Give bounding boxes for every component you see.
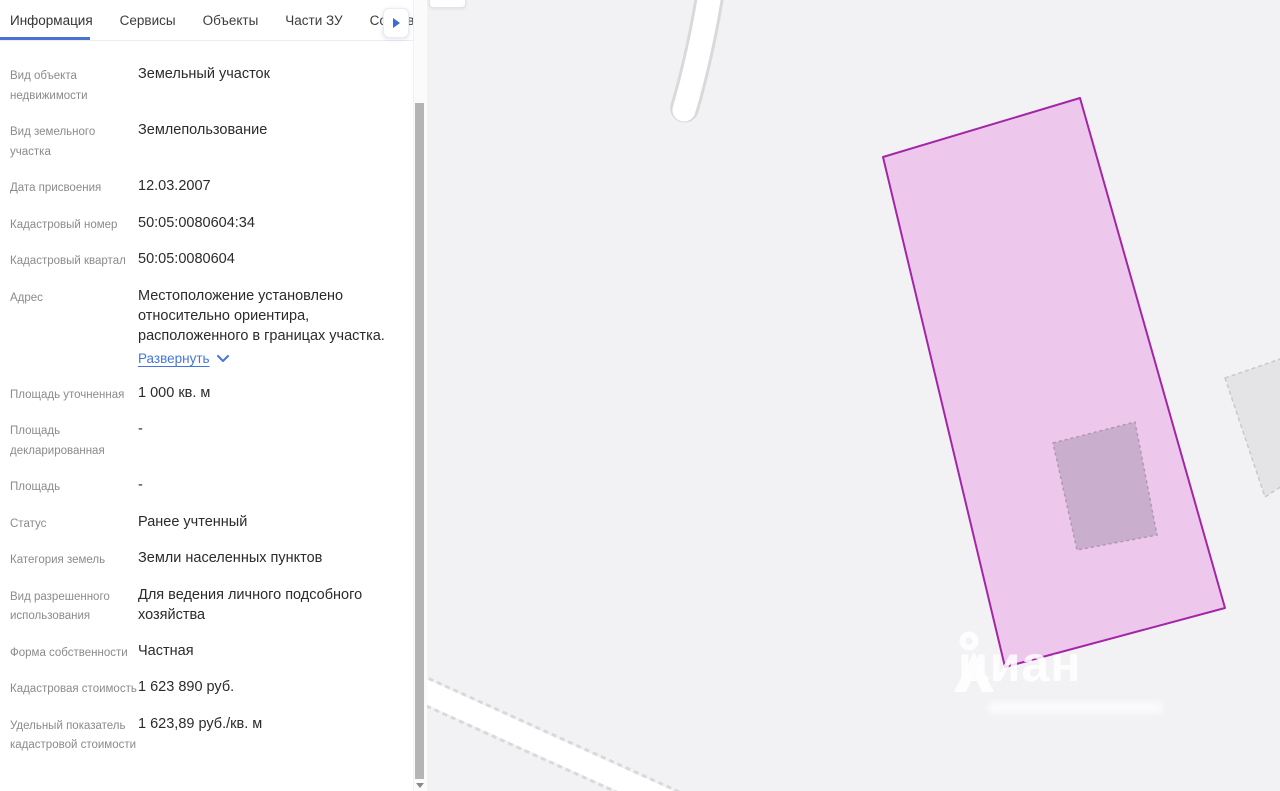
expand-address-link[interactable]: Развернуть (138, 349, 210, 369)
tabs-scroll-right-button[interactable] (383, 8, 409, 38)
panel-scrollbar[interactable] (413, 0, 427, 791)
field-land-category: Категория земель Земли населенных пункто… (10, 548, 399, 571)
field-ownership-form: Форма собственности Частная (10, 641, 399, 664)
tab-information[interactable]: Информация (10, 13, 93, 28)
field-value: 12.03.2007 (138, 176, 399, 199)
field-value: Земли населенных пунктов (138, 548, 399, 571)
field-parcel-kind: Вид земельного участка Землепользование (10, 120, 399, 162)
field-area-refined: Площадь уточненная 1 000 кв. м (10, 383, 399, 406)
field-label: Площадь уточненная (10, 383, 138, 406)
tab-objects[interactable]: Объекты (203, 13, 259, 28)
field-value: Для ведения личного подсобного хозяйства (138, 585, 399, 627)
arrow-right-icon (393, 18, 400, 28)
field-value: Частная (138, 641, 399, 664)
field-permitted-use: Вид разрешенного использования Для веден… (10, 585, 399, 627)
road-top (684, 0, 712, 110)
tab-parcel-parts[interactable]: Части ЗУ (285, 13, 342, 28)
field-object-kind: Вид объекта недвижимости Земельный участ… (10, 64, 399, 106)
field-label: Удельный показатель кадастровой стоимост… (10, 714, 138, 756)
field-cadastral-number: Кадастровый номер 50:05:0080604:34 (10, 213, 399, 236)
field-label: Площадь декларированная (10, 419, 138, 461)
field-value: 50:05:0080604 (138, 249, 399, 272)
field-label: Площадь (10, 475, 138, 498)
neighbour-parcel-polygon[interactable] (1225, 356, 1280, 497)
field-value: 50:05:0080604:34 (138, 213, 399, 236)
field-status: Статус Ранее учтенный (10, 512, 399, 535)
field-value: 1 623,89 руб./кв. м (138, 714, 399, 756)
info-panel: Информация Сервисы Объекты Части ЗУ Сост… (0, 0, 413, 791)
field-value: Землепользование (138, 120, 399, 162)
field-value: Местоположение установлено относительно … (138, 286, 399, 369)
tab-services[interactable]: Сервисы (120, 13, 176, 28)
field-label: Статус (10, 512, 138, 535)
cadastral-map[interactable]: циан (427, 0, 1280, 791)
field-cadastral-value: Кадастровая стоимость 1 623 890 руб. (10, 677, 399, 700)
field-label: Вид земельного участка (10, 120, 138, 162)
scrollbar-thumb[interactable] (415, 103, 424, 779)
active-tab-underline (0, 37, 90, 40)
property-fields: Вид объекта недвижимости Земельный участ… (0, 41, 413, 756)
field-value: 1 623 890 руб. (138, 677, 399, 700)
field-label: Категория земель (10, 548, 138, 571)
field-value: - (138, 475, 399, 498)
tab-bar: Информация Сервисы Объекты Части ЗУ Сост… (0, 0, 413, 41)
road-bottom (427, 683, 712, 791)
field-label: Дата присвоения (10, 176, 138, 199)
field-value: 1 000 кв. м (138, 383, 399, 406)
field-label: Кадастровый номер (10, 213, 138, 236)
field-label: Кадастровый квартал (10, 249, 138, 272)
field-assign-date: Дата присвоения 12.03.2007 (10, 176, 399, 199)
field-value: Земельный участок (138, 64, 399, 106)
field-cadastral-block: Кадастровый квартал 50:05:0080604 (10, 249, 399, 272)
map-canvas (427, 0, 1280, 791)
chevron-down-icon[interactable] (217, 355, 229, 363)
field-area: Площадь - (10, 475, 399, 498)
field-label: Адрес (10, 286, 138, 369)
field-specific-cadastral-value: Удельный показатель кадастровой стоимост… (10, 714, 399, 756)
map-control-button[interactable] (429, 0, 466, 8)
field-label: Кадастровая стоимость (10, 677, 138, 700)
field-area-declared: Площадь декларированная - (10, 419, 399, 461)
field-label: Форма собственности (10, 641, 138, 664)
field-label: Вид объекта недвижимости (10, 64, 138, 106)
field-value: - (138, 419, 399, 461)
scrollbar-down-arrow-icon[interactable] (416, 783, 424, 788)
address-text: Местоположение установлено относительно … (138, 288, 385, 344)
selected-parcel-polygon[interactable] (883, 98, 1225, 667)
field-address: Адрес Местоположение установлено относит… (10, 286, 399, 369)
field-value: Ранее учтенный (138, 512, 399, 535)
field-label: Вид разрешенного использования (10, 585, 138, 627)
